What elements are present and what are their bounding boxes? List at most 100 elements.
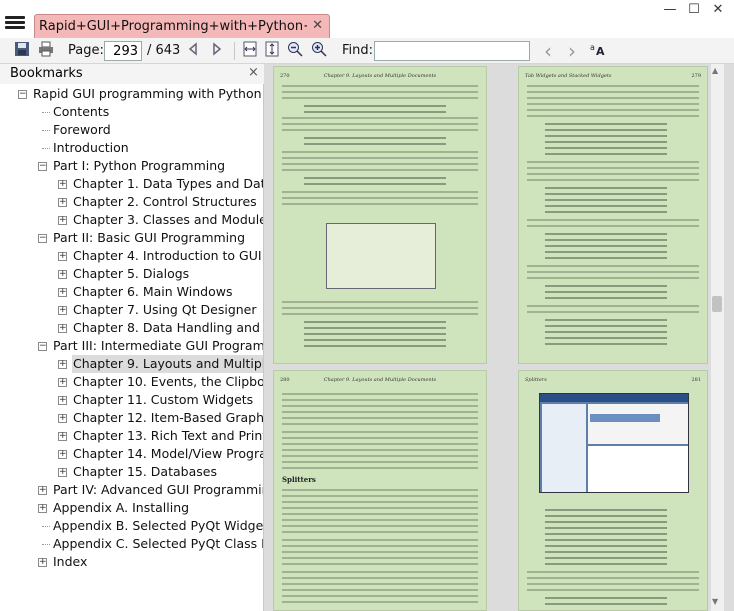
- save-icon[interactable]: [12, 41, 32, 61]
- find-input[interactable]: [374, 41, 530, 61]
- bookmark-item[interactable]: + Chapter 8. Data Handling and Custom Fil…: [0, 319, 263, 337]
- bookmark-item[interactable]: Foreword: [0, 121, 263, 139]
- bookmark-item[interactable]: + Chapter 11. Custom Widgets: [0, 391, 263, 409]
- bookmark-label: Chapter 9. Layouts and Multiple Document…: [72, 355, 263, 373]
- find-next-icon[interactable]: ›: [562, 41, 582, 61]
- expand-icon[interactable]: +: [58, 396, 67, 405]
- bookmark-item[interactable]: + Chapter 13. Rich Text and Printing: [0, 427, 263, 445]
- expand-icon[interactable]: +: [58, 180, 67, 189]
- bookmark-label: Chapter 6. Main Windows: [73, 284, 233, 299]
- expand-icon[interactable]: +: [58, 360, 67, 369]
- scroll-down-icon[interactable]: ▼: [712, 597, 718, 606]
- expand-icon[interactable]: +: [58, 270, 67, 279]
- bookmark-item[interactable]: − Part I: Python Programming: [0, 157, 263, 175]
- document-tab[interactable]: Rapid+GUI+Programming+with+Python+and+..…: [34, 14, 330, 38]
- text-line: [527, 225, 699, 227]
- bookmark-item[interactable]: + Chapter 5. Dialogs: [0, 265, 263, 283]
- bookmark-label: Chapter 10. Events, the Clipboard, and D…: [73, 374, 264, 389]
- fit-page-icon[interactable]: [262, 41, 282, 61]
- text-line: [527, 161, 699, 163]
- expand-icon[interactable]: +: [58, 288, 67, 297]
- expand-icon[interactable]: +: [58, 432, 67, 441]
- bookmark-item[interactable]: + Chapter 4. Introduction to GUI Programm…: [0, 247, 263, 265]
- bookmark-item[interactable]: Appendix C. Selected PyQt Class Hierarch…: [0, 535, 263, 553]
- expand-icon[interactable]: +: [58, 198, 67, 207]
- maximize-icon[interactable]: ☐: [684, 2, 704, 17]
- bookmark-label: Chapter 15. Databases: [73, 464, 217, 479]
- expand-icon[interactable]: +: [58, 450, 67, 459]
- tab-close-icon[interactable]: ✕: [312, 18, 323, 33]
- bookmark-item[interactable]: − Part II: Basic GUI Programming: [0, 229, 263, 247]
- text-line: [282, 545, 478, 547]
- expand-icon[interactable]: +: [58, 306, 67, 315]
- text-line: [282, 411, 478, 413]
- text-line: [545, 509, 667, 511]
- text-line: [282, 513, 478, 515]
- find-previous-icon[interactable]: ‹: [538, 41, 558, 61]
- bookmark-item[interactable]: + Chapter 12. Item-Based Graphics: [0, 409, 263, 427]
- expand-icon[interactable]: +: [38, 486, 47, 495]
- pdf-page: Tab Widgets and Stacked Widgets 279: [518, 66, 708, 364]
- expand-icon[interactable]: +: [58, 252, 67, 261]
- expand-icon[interactable]: +: [58, 378, 67, 387]
- expand-icon[interactable]: +: [58, 216, 67, 225]
- text-line: [527, 85, 699, 87]
- bookmark-item[interactable]: + Chapter 7. Using Qt Designer: [0, 301, 263, 319]
- minimize-icon[interactable]: —: [660, 2, 680, 17]
- bookmarks-close-icon[interactable]: ×: [248, 65, 259, 80]
- text-line: [545, 239, 667, 241]
- bookmark-item[interactable]: + Appendix A. Installing: [0, 499, 263, 517]
- previous-page-icon[interactable]: [184, 41, 204, 61]
- page-number-input[interactable]: [104, 41, 142, 61]
- bookmark-item[interactable]: + Chapter 6. Main Windows: [0, 283, 263, 301]
- text-line: [527, 589, 699, 591]
- expand-icon[interactable]: +: [38, 558, 47, 567]
- text-line: [282, 531, 478, 533]
- bookmark-item[interactable]: + Chapter 9. Layouts and Multiple Documen…: [0, 355, 263, 373]
- running-head: Splitters: [525, 377, 547, 383]
- document-tab-title: Rapid+GUI+Programming+with+Python+and+..…: [39, 19, 307, 34]
- expand-icon[interactable]: +: [58, 468, 67, 477]
- tree-guide: [42, 526, 50, 527]
- text-line: [527, 91, 699, 93]
- text-line: [304, 143, 446, 145]
- bookmark-item[interactable]: Introduction: [0, 139, 263, 157]
- match-case-icon[interactable]: aA: [588, 41, 608, 61]
- bookmark-label: Chapter 4. Introduction to GUI Programmi…: [73, 248, 263, 263]
- bookmark-item[interactable]: + Chapter 3. Classes and Modules: [0, 211, 263, 229]
- bookmark-item[interactable]: + Index: [0, 553, 263, 571]
- hamburger-menu-icon[interactable]: [4, 14, 26, 32]
- bookmark-item[interactable]: −Part III: Intermediate GUI Programming: [0, 337, 263, 355]
- text-line: [282, 539, 478, 541]
- text-line: [545, 291, 667, 293]
- zoom-out-icon[interactable]: [285, 41, 305, 61]
- window-close-icon[interactable]: ✕: [708, 2, 728, 17]
- scrollbar-thumb[interactable]: [712, 296, 722, 312]
- fit-width-icon[interactable]: [240, 41, 260, 61]
- text-line: [282, 399, 478, 401]
- bookmark-item[interactable]: Contents: [0, 103, 263, 121]
- bookmark-item[interactable]: Appendix B. Selected PyQt Widgets: [0, 517, 263, 535]
- collapse-icon[interactable]: −: [38, 234, 47, 243]
- expand-icon[interactable]: +: [38, 504, 47, 513]
- bookmark-item[interactable]: + Chapter 2. Control Structures: [0, 193, 263, 211]
- bookmark-label: Part I: Python Programming: [53, 158, 226, 173]
- bookmark-item[interactable]: + Part IV: Advanced GUI Programming: [0, 481, 263, 499]
- bookmark-item[interactable]: + Chapter 10. Events, the Clipboard, and …: [0, 373, 264, 391]
- vertical-scrollbar[interactable]: [710, 64, 724, 611]
- print-icon[interactable]: [36, 41, 56, 61]
- zoom-in-icon[interactable]: [309, 41, 329, 61]
- text-line: [282, 519, 478, 521]
- collapse-icon[interactable]: −: [18, 90, 27, 99]
- bookmark-item[interactable]: + Chapter 15. Databases: [0, 463, 263, 481]
- collapse-icon[interactable]: −: [38, 342, 47, 351]
- collapse-icon[interactable]: −: [38, 162, 47, 171]
- bookmark-item[interactable]: + Chapter 1. Data Types and Data Structur…: [0, 175, 263, 193]
- scroll-up-icon[interactable]: ▲: [712, 66, 718, 75]
- document-view[interactable]: 270 Chapter 9. Layouts and Multiple Docum…: [264, 64, 734, 611]
- expand-icon[interactable]: +: [58, 414, 67, 423]
- expand-icon[interactable]: +: [58, 324, 67, 333]
- next-page-icon[interactable]: [206, 41, 226, 61]
- bookmark-item[interactable]: + Chapter 14. Model/View Programming: [0, 445, 263, 463]
- bookmark-item[interactable]: −Rapid GUI programming with Python and Q…: [0, 85, 263, 103]
